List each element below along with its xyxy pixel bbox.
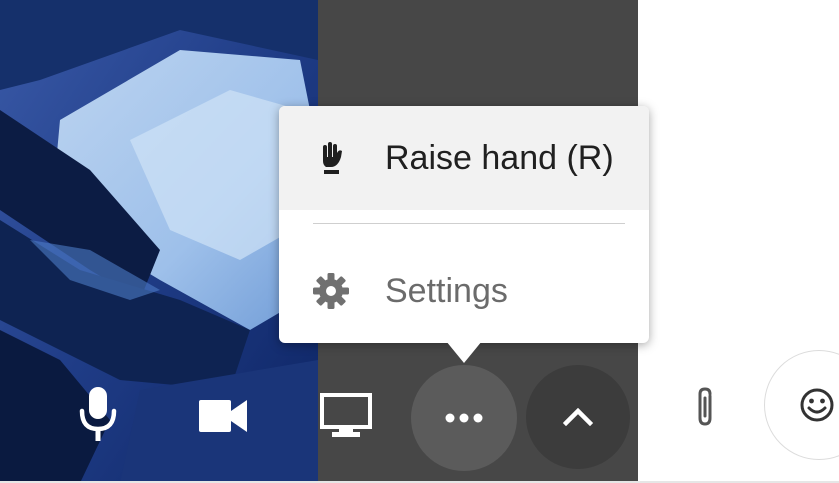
screen-share-icon [320,393,372,437]
menu-item-raise-hand[interactable]: Raise hand (R) [279,106,649,210]
chevron-up-icon [563,408,593,426]
menu-pointer [446,341,482,363]
menu-divider [313,223,625,224]
camera-feed-image [0,0,318,483]
gear-icon [309,269,353,313]
paperclip-icon [698,387,712,426]
menu-item-label: Raise hand (R) [385,138,614,177]
camera-button[interactable] [188,384,258,448]
screen-share-button[interactable] [314,384,378,448]
emoji-icon [800,388,834,422]
video-camera-icon [199,400,247,432]
more-options-button[interactable] [411,365,517,471]
more-options-menu: Raise hand (R) Settings [279,106,649,343]
expand-button[interactable] [526,365,630,469]
attach-file-button[interactable] [684,382,728,432]
menu-item-settings[interactable]: Settings [279,239,649,343]
microphone-button[interactable] [66,378,130,452]
video-call-window: Raise hand (R) Settings [0,0,839,483]
self-view-video [0,0,318,483]
menu-item-label: Settings [385,271,508,310]
microphone-icon [79,387,117,441]
more-options-icon [445,413,483,423]
raise-hand-icon [309,136,353,180]
